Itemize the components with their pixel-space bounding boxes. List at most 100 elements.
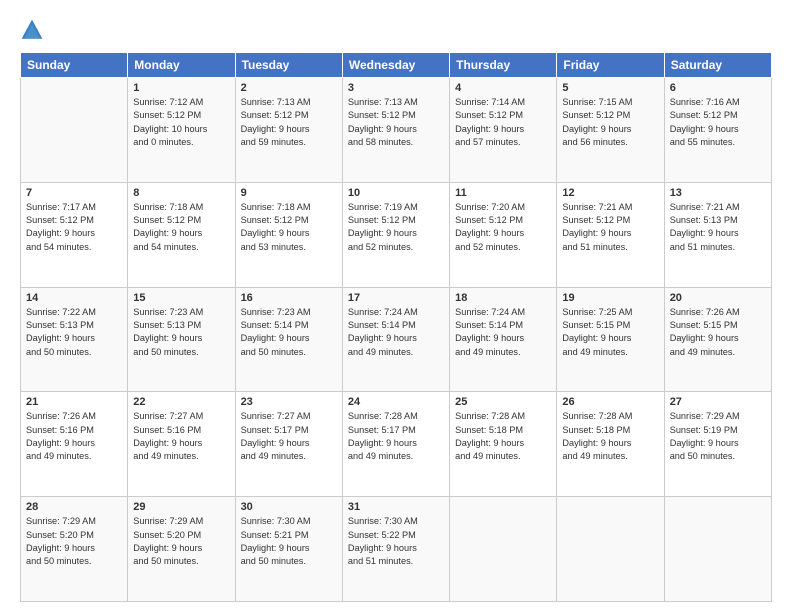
calendar-cell [557,497,664,602]
day-info: Sunrise: 7:21 AMSunset: 5:13 PMDaylight:… [670,201,766,254]
calendar-cell: 5 Sunrise: 7:15 AMSunset: 5:12 PMDaylight… [557,78,664,183]
day-info: Sunrise: 7:18 AMSunset: 5:12 PMDaylight:… [241,201,337,254]
header [20,18,772,42]
day-number: 19 [562,292,658,304]
day-number: 21 [26,396,122,408]
calendar-cell: 17 Sunrise: 7:24 AMSunset: 5:14 PMDayligh… [342,287,449,392]
calendar-cell: 31Sunrise: 7:30 AMSunset: 5:22 PMDayligh… [342,497,449,602]
day-number: 24 [348,396,444,408]
calendar-cell: 23 Sunrise: 7:27 AMSunset: 5:17 PMDayligh… [235,392,342,497]
calendar-cell: 10 Sunrise: 7:19 AMSunset: 5:12 PMDayligh… [342,182,449,287]
day-number: 23 [241,396,337,408]
day-number: 17 [348,292,444,304]
calendar-cell: 14 Sunrise: 7:22 AMSunset: 5:13 PMDayligh… [21,287,128,392]
day-number: 28 [26,501,122,513]
logo [20,18,48,42]
calendar-week-3: 21 Sunrise: 7:26 AMSunset: 5:16 PMDayligh… [21,392,772,497]
day-info: Sunrise: 7:22 AMSunset: 5:13 PMDaylight:… [26,306,122,359]
day-info: Sunrise: 7:12 AMSunset: 5:12 PMDaylight:… [133,96,229,149]
calendar-cell [450,497,557,602]
day-number: 1 [133,82,229,94]
calendar-cell: 6 Sunrise: 7:16 AMSunset: 5:12 PMDaylight… [664,78,771,183]
calendar-cell: 15Sunrise: 7:23 AMSunset: 5:13 PMDayligh… [128,287,235,392]
day-info: Sunrise: 7:14 AMSunset: 5:12 PMDaylight:… [455,96,551,149]
day-info: Sunrise: 7:19 AMSunset: 5:12 PMDaylight:… [348,201,444,254]
day-info: Sunrise: 7:18 AMSunset: 5:12 PMDaylight:… [133,201,229,254]
day-number: 8 [133,187,229,199]
calendar-week-0: 1 Sunrise: 7:12 AMSunset: 5:12 PMDaylight… [21,78,772,183]
calendar-cell: 26Sunrise: 7:28 AMSunset: 5:18 PMDayligh… [557,392,664,497]
day-info: Sunrise: 7:16 AMSunset: 5:12 PMDaylight:… [670,96,766,149]
day-info: Sunrise: 7:13 AMSunset: 5:12 PMDaylight:… [241,96,337,149]
day-number: 27 [670,396,766,408]
day-number: 25 [455,396,551,408]
calendar-cell: 18Sunrise: 7:24 AMSunset: 5:14 PMDayligh… [450,287,557,392]
calendar-cell: 1 Sunrise: 7:12 AMSunset: 5:12 PMDaylight… [128,78,235,183]
day-number: 4 [455,82,551,94]
day-info: Sunrise: 7:30 AMSunset: 5:21 PMDaylight:… [241,515,337,568]
day-number: 3 [348,82,444,94]
calendar-cell: 24Sunrise: 7:28 AMSunset: 5:17 PMDayligh… [342,392,449,497]
calendar-cell [21,78,128,183]
weekday-header-thursday: Thursday [450,53,557,78]
calendar-cell: 25 Sunrise: 7:28 AMSunset: 5:18 PMDayligh… [450,392,557,497]
day-number: 14 [26,292,122,304]
day-number: 6 [670,82,766,94]
day-number: 26 [562,396,658,408]
weekday-header-saturday: Saturday [664,53,771,78]
day-info: Sunrise: 7:27 AMSunset: 5:16 PMDaylight:… [133,410,229,463]
day-info: Sunrise: 7:17 AMSunset: 5:12 PMDaylight:… [26,201,122,254]
day-number: 7 [26,187,122,199]
weekday-header-wednesday: Wednesday [342,53,449,78]
calendar-cell: 27 Sunrise: 7:29 AMSunset: 5:19 PMDayligh… [664,392,771,497]
day-info: Sunrise: 7:29 AMSunset: 5:19 PMDaylight:… [670,410,766,463]
day-number: 20 [670,292,766,304]
calendar-cell: 11Sunrise: 7:20 AMSunset: 5:12 PMDayligh… [450,182,557,287]
day-info: Sunrise: 7:29 AMSunset: 5:20 PMDaylight:… [133,515,229,568]
calendar-cell: 9 Sunrise: 7:18 AMSunset: 5:12 PMDaylight… [235,182,342,287]
day-info: Sunrise: 7:24 AMSunset: 5:14 PMDaylight:… [348,306,444,359]
calendar-header: SundayMondayTuesdayWednesdayThursdayFrid… [21,53,772,78]
calendar-cell: 16 Sunrise: 7:23 AMSunset: 5:14 PMDayligh… [235,287,342,392]
day-info: Sunrise: 7:25 AMSunset: 5:15 PMDaylight:… [562,306,658,359]
calendar-cell: 29Sunrise: 7:29 AMSunset: 5:20 PMDayligh… [128,497,235,602]
calendar-week-4: 28 Sunrise: 7:29 AMSunset: 5:20 PMDayligh… [21,497,772,602]
day-number: 11 [455,187,551,199]
day-number: 5 [562,82,658,94]
calendar-cell: 21 Sunrise: 7:26 AMSunset: 5:16 PMDayligh… [21,392,128,497]
calendar-cell: 13 Sunrise: 7:21 AMSunset: 5:13 PMDayligh… [664,182,771,287]
calendar-cell: 8 Sunrise: 7:18 AMSunset: 5:12 PMDaylight… [128,182,235,287]
calendar-week-2: 14 Sunrise: 7:22 AMSunset: 5:13 PMDayligh… [21,287,772,392]
day-info: Sunrise: 7:24 AMSunset: 5:14 PMDaylight:… [455,306,551,359]
calendar-body: 1 Sunrise: 7:12 AMSunset: 5:12 PMDaylight… [21,78,772,602]
logo-icon [20,18,44,42]
weekday-header-friday: Friday [557,53,664,78]
calendar-cell: 4 Sunrise: 7:14 AMSunset: 5:12 PMDaylight… [450,78,557,183]
day-number: 15 [133,292,229,304]
calendar-cell: 20Sunrise: 7:26 AMSunset: 5:15 PMDayligh… [664,287,771,392]
day-info: Sunrise: 7:15 AMSunset: 5:12 PMDaylight:… [562,96,658,149]
weekday-row: SundayMondayTuesdayWednesdayThursdayFrid… [21,53,772,78]
day-number: 9 [241,187,337,199]
day-number: 16 [241,292,337,304]
day-number: 30 [241,501,337,513]
day-info: Sunrise: 7:30 AMSunset: 5:22 PMDaylight:… [348,515,444,568]
calendar-cell [664,497,771,602]
day-info: Sunrise: 7:13 AMSunset: 5:12 PMDaylight:… [348,96,444,149]
day-number: 12 [562,187,658,199]
weekday-header-sunday: Sunday [21,53,128,78]
day-number: 10 [348,187,444,199]
day-info: Sunrise: 7:28 AMSunset: 5:18 PMDaylight:… [455,410,551,463]
day-info: Sunrise: 7:29 AMSunset: 5:20 PMDaylight:… [26,515,122,568]
calendar-cell: 30 Sunrise: 7:30 AMSunset: 5:21 PMDayligh… [235,497,342,602]
day-info: Sunrise: 7:21 AMSunset: 5:12 PMDaylight:… [562,201,658,254]
day-info: Sunrise: 7:26 AMSunset: 5:16 PMDaylight:… [26,410,122,463]
page: SundayMondayTuesdayWednesdayThursdayFrid… [0,0,792,612]
day-number: 13 [670,187,766,199]
day-number: 22 [133,396,229,408]
calendar-cell: 12 Sunrise: 7:21 AMSunset: 5:12 PMDayligh… [557,182,664,287]
weekday-header-tuesday: Tuesday [235,53,342,78]
calendar-cell: 7 Sunrise: 7:17 AMSunset: 5:12 PMDaylight… [21,182,128,287]
day-info: Sunrise: 7:23 AMSunset: 5:14 PMDaylight:… [241,306,337,359]
day-info: Sunrise: 7:27 AMSunset: 5:17 PMDaylight:… [241,410,337,463]
